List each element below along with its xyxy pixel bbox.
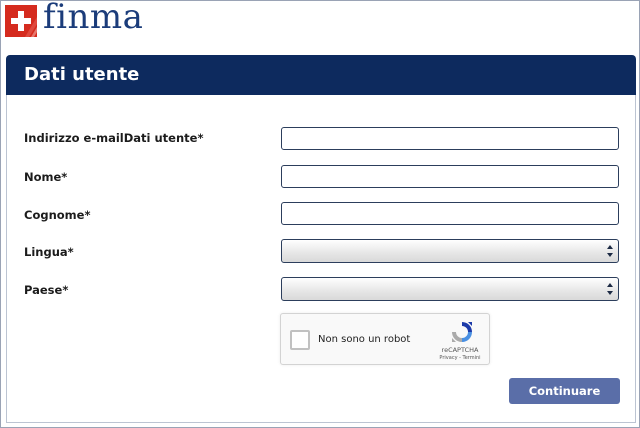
select-arrows-icon	[607, 245, 613, 257]
continue-button[interactable]: Continuare	[509, 378, 620, 404]
first-name-field[interactable]	[281, 165, 619, 188]
recaptcha-privacy-terms-links[interactable]: Privacy - Termini	[431, 355, 489, 361]
email-field[interactable]	[281, 127, 619, 150]
email-label: Indirizzo e-mailDati utente*	[24, 131, 204, 145]
brand-name: finma	[43, 0, 144, 37]
page-frame: finma Dati utente Indirizzo e-mailDati u…	[0, 0, 640, 428]
recaptcha-brand: reCAPTCHA	[441, 346, 479, 354]
last-name-label: Cognome*	[24, 208, 91, 222]
country-select[interactable]	[281, 277, 619, 301]
recaptcha-label: Non sono un robot	[318, 334, 411, 345]
swiss-flag-icon	[5, 5, 37, 37]
language-select[interactable]	[281, 239, 619, 263]
select-arrows-icon	[607, 283, 613, 295]
first-name-label: Nome*	[24, 170, 68, 184]
recaptcha-widget: Non sono un robot reCAPTCHA Privacy - Te…	[280, 313, 490, 365]
recaptcha-checkbox[interactable]	[290, 330, 310, 350]
recaptcha-logo-icon	[452, 322, 472, 342]
page-title: Dati utente	[24, 64, 140, 85]
language-label: Lingua*	[24, 245, 74, 259]
country-label: Paese*	[24, 283, 69, 297]
section-header: Dati utente	[6, 55, 636, 95]
last-name-field[interactable]	[281, 202, 619, 225]
